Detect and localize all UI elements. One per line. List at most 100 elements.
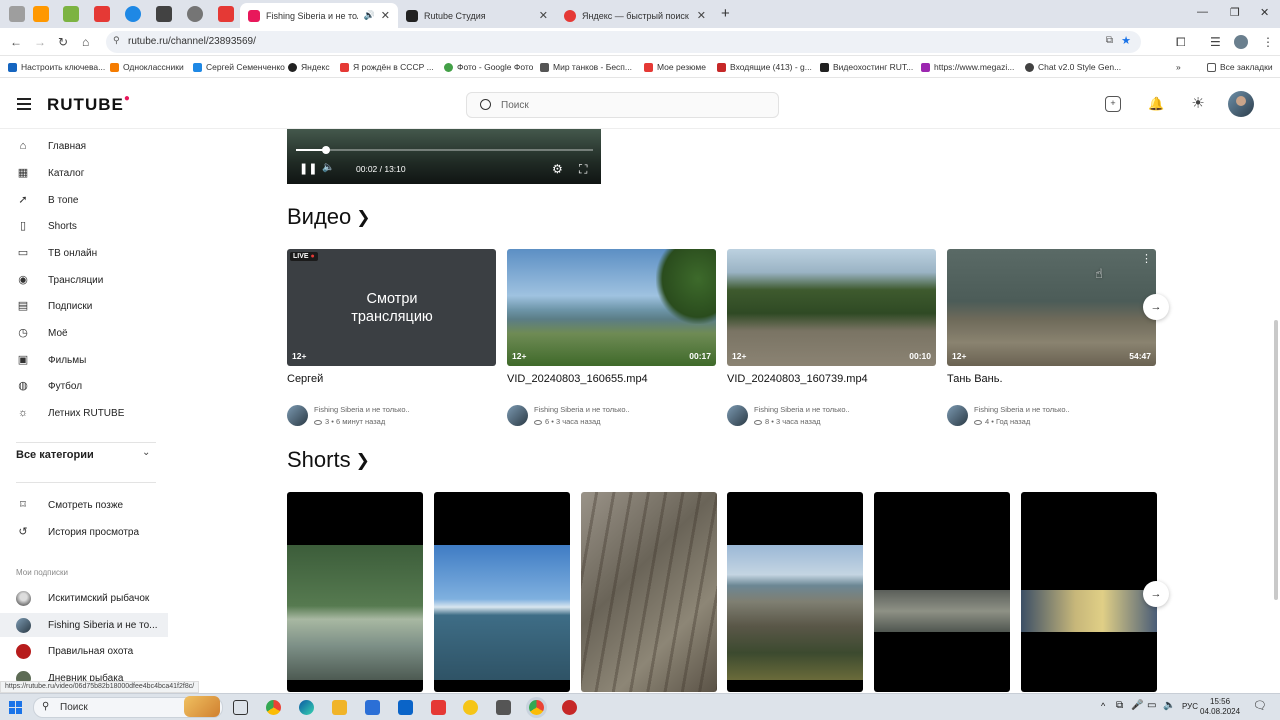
task-view-icon[interactable]: [233, 700, 248, 715]
site-info-icon[interactable]: ⚲: [113, 35, 120, 46]
sidebar-item-football[interactable]: ◍ Футбол: [0, 374, 168, 398]
shorts-next-arrow-icon[interactable]: →: [1143, 581, 1169, 607]
sidebar-item-top[interactable]: ➚ В топе: [0, 188, 168, 212]
sidebar-subscription-item[interactable]: Искитимский рыбачок: [0, 586, 168, 610]
sidebar-subscription-item-active[interactable]: Fishing Siberia и не то...: [0, 613, 168, 637]
bookmark-item[interactable]: Сергей Семенченко: [193, 62, 285, 72]
menu-burger-icon[interactable]: [17, 98, 31, 110]
new-tab-button[interactable]: +: [721, 5, 730, 22]
notifications-bell-icon[interactable]: 🔔: [1148, 96, 1164, 112]
upload-video-icon[interactable]: +: [1105, 96, 1121, 112]
close-tab-icon[interactable]: ✕: [381, 9, 390, 22]
videos-next-arrow-icon[interactable]: →: [1143, 294, 1169, 320]
url-field[interactable]: ⚲ rutube.ru/channel/23893569/ ⧉ ★: [106, 31, 1141, 53]
pinned-tab-icon[interactable]: [9, 6, 25, 22]
pinned-tab-icon[interactable]: [187, 6, 203, 22]
bookmark-item[interactable]: Яндекс: [288, 62, 330, 72]
tray-chevron-icon[interactable]: ^: [1101, 701, 1105, 711]
browser-tab[interactable]: Яндекс — быстрый поиск в и... ✕: [556, 3, 714, 28]
chrome-taskbar-icon[interactable]: [266, 700, 281, 715]
channel-avatar[interactable]: [507, 405, 528, 426]
back-icon[interactable]: ←: [10, 35, 22, 49]
pinned-tab-icon[interactable]: [156, 6, 172, 22]
install-app-icon[interactable]: ⧉: [1106, 35, 1113, 46]
shorts-section-title[interactable]: Shorts ❯: [287, 447, 370, 473]
video-card[interactable]: ⋮ 12+ 54:47 Тань Вань. Fishing Siberia и…: [947, 249, 1156, 426]
bookmark-item[interactable]: Входящие (413) - g...: [717, 62, 812, 72]
microphone-icon[interactable]: 🎤: [1131, 700, 1143, 711]
sidebar-item-watch-later[interactable]: ⌑ Смотреть позже: [0, 493, 168, 517]
file-explorer-icon[interactable]: [332, 700, 347, 715]
sidebar-item-catalog[interactable]: ▦ Каталог: [0, 161, 168, 185]
taskbar-search[interactable]: ⚲ Поиск: [33, 696, 223, 718]
all-categories-toggle[interactable]: Все категории: [16, 449, 94, 461]
sidebar-item-subscriptions[interactable]: ▤ Подписки: [0, 294, 168, 318]
video-title[interactable]: Тань Вань.: [947, 373, 1003, 385]
tray-icon[interactable]: ⧉: [1116, 700, 1123, 711]
close-tab-icon[interactable]: ✕: [697, 9, 706, 22]
pinned-tab-icon[interactable]: [33, 6, 49, 22]
speaker-icon[interactable]: 🔊: [364, 10, 375, 21]
bookmark-star-icon[interactable]: ★: [1121, 34, 1131, 47]
short-card[interactable]: [581, 492, 717, 692]
bookmark-item[interactable]: Мое резюме: [644, 62, 706, 72]
player-progress-handle[interactable]: [321, 146, 330, 154]
channel-name[interactable]: Fishing Siberia и не только..: [534, 405, 630, 414]
video-title[interactable]: VID_20240803_160655.mp4: [507, 373, 648, 385]
bookmark-item[interactable]: Видеохостинг RUT...: [820, 62, 913, 72]
short-card[interactable]: [1021, 492, 1157, 692]
fullscreen-icon[interactable]: ⛶: [579, 162, 587, 177]
close-window-button[interactable]: ✕: [1260, 6, 1269, 19]
videos-section-title[interactable]: Видео ❯: [287, 204, 371, 230]
short-card[interactable]: [434, 492, 570, 692]
restore-window-button[interactable]: ❐: [1230, 6, 1240, 19]
video-player[interactable]: ❚❚ 🔈 00:02 / 13:10 ⚙ ⛶: [287, 129, 601, 184]
video-thumbnail[interactable]: ⋮ 12+ 54:47: [947, 249, 1156, 366]
app-taskbar-icon[interactable]: [562, 700, 577, 715]
video-title[interactable]: VID_20240803_160739.mp4: [727, 373, 868, 385]
bookmark-item[interactable]: Фото - Google Фото: [444, 62, 533, 72]
windows-start-icon[interactable]: [9, 701, 22, 714]
chevron-down-icon[interactable]: ⌄: [142, 447, 150, 458]
volume-icon[interactable]: 🔈: [322, 162, 334, 173]
sidebar-item-broadcasts[interactable]: ◉ Трансляции: [0, 268, 168, 292]
notifications-icon[interactable]: 🗨: [1253, 699, 1267, 712]
store-icon[interactable]: [365, 700, 380, 715]
video-card[interactable]: 12+ 00:10 VID_20240803_160739.mp4 Fishin…: [727, 249, 936, 426]
player-progress-bar[interactable]: [296, 146, 593, 154]
user-avatar[interactable]: [1228, 91, 1254, 117]
close-tab-icon[interactable]: ✕: [539, 9, 548, 22]
short-card[interactable]: [727, 492, 863, 692]
browser-tab-active[interactable]: Fishing Siberia и не только... 🔊 ✕: [240, 3, 398, 28]
player-settings-icon[interactable]: ⚙: [552, 162, 563, 176]
sidebar-item-my[interactable]: ◷ Моё: [0, 321, 168, 345]
pinned-tab-icon[interactable]: [63, 6, 79, 22]
bookmark-item[interactable]: Мир танков - Бесп...: [540, 62, 632, 72]
short-card[interactable]: [287, 492, 423, 692]
channel-name[interactable]: Fishing Siberia и не только..: [974, 405, 1070, 414]
page-scrollbar[interactable]: [1274, 320, 1278, 600]
video-title[interactable]: Сергей: [287, 373, 323, 385]
sidebar-item-summer[interactable]: ☼ Летних RUTUBE: [0, 401, 168, 425]
more-bookmarks-icon[interactable]: »: [1176, 62, 1181, 72]
video-card[interactable]: LIVE ● Смотри трансляцию 12+ Сергей Fish…: [287, 249, 496, 426]
browser-tab[interactable]: Rutube Студия ✕: [398, 3, 556, 28]
pinned-tab-icon[interactable]: [218, 6, 234, 22]
channel-avatar[interactable]: [727, 405, 748, 426]
reading-list-icon[interactable]: ☰: [1210, 35, 1221, 49]
chrome-taskbar-icon-active[interactable]: [529, 700, 544, 715]
minimize-window-button[interactable]: —: [1197, 6, 1208, 18]
all-bookmarks-folder[interactable]: Все закладки: [1207, 62, 1273, 72]
sidebar-item-films[interactable]: ▣ Фильмы: [0, 348, 168, 372]
extensions-icon[interactable]: ⧠: [1176, 35, 1186, 50]
volume-icon[interactable]: 🔈: [1163, 700, 1175, 711]
channel-avatar[interactable]: [287, 405, 308, 426]
channel-avatar[interactable]: [947, 405, 968, 426]
bookmark-item[interactable]: Я рождён в СССР ...: [340, 62, 434, 72]
rutube-logo[interactable]: RUTUBE●: [47, 93, 131, 115]
bookmark-item[interactable]: Chat v2.0 Style Gen...: [1025, 62, 1121, 72]
mail-icon[interactable]: [398, 700, 413, 715]
sidebar-item-home[interactable]: ⌂ Главная: [0, 134, 168, 158]
sidebar-item-tv[interactable]: ▭ ТВ онлайн: [0, 241, 168, 265]
search-input[interactable]: Поиск: [466, 92, 779, 118]
